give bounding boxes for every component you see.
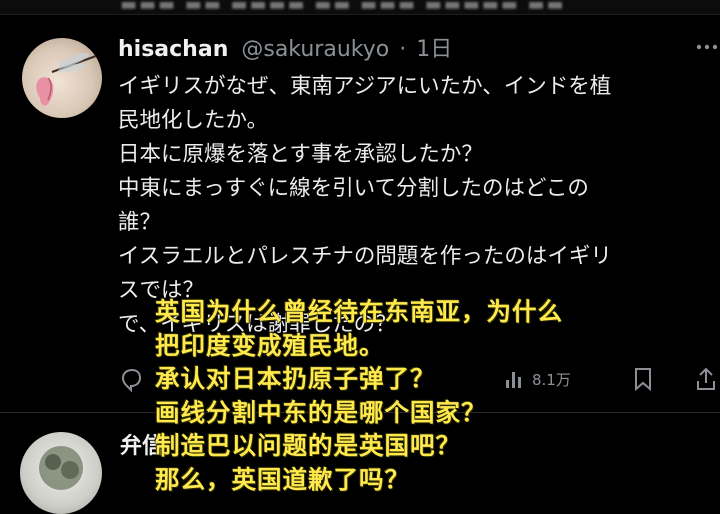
tweet-header: hisachan @sakuraukyo · 1日 bbox=[118, 35, 452, 65]
reply-avatar[interactable] bbox=[20, 432, 102, 514]
separator: · bbox=[399, 37, 407, 62]
user-handle[interactable]: @sakuraukyo bbox=[241, 37, 389, 62]
reply-button[interactable] bbox=[118, 362, 144, 396]
tweet-line: イギリスがなぜ、東南アジアにいたか、インドを植 bbox=[118, 74, 612, 99]
caption-line: 承认对日本扔原子弹了？ bbox=[155, 364, 436, 393]
previous-tweet-strip: ▬▬▬ ▬▬ ▬▬▬▬ ▬▬ ▬▬▬ ▬▬▬▬▬ ▬▬ bbox=[0, 0, 720, 15]
reply-avatar-image bbox=[39, 446, 83, 490]
avatar[interactable] bbox=[22, 38, 102, 118]
caption-line: 把印度变成殖民地。 bbox=[155, 330, 385, 360]
tweet-line: 民地化したか。 bbox=[118, 108, 269, 133]
caption-line: 制造巴以问题的是英国吧？ bbox=[155, 431, 461, 460]
tweet-line: 中東にまっすぐに線を引いて分割したのはどこの bbox=[118, 176, 589, 201]
more-icon[interactable] bbox=[694, 36, 720, 58]
caption-line: 那么，英国道歉了吗？ bbox=[155, 464, 410, 494]
caption-line: 英国为什么曾经待在东南亚，为什么 bbox=[155, 297, 563, 326]
reply-icon bbox=[121, 368, 142, 392]
caption-line: 画线分割中东的是哪个国家？ bbox=[155, 397, 487, 427]
caption-overlay: 英国为什么曾经待在东南亚，为什么 把印度变成殖民地。 承认对日本扔原子弹了？ 画… bbox=[155, 295, 715, 496]
display-name[interactable]: hisachan bbox=[118, 37, 228, 62]
timestamp[interactable]: 1日 bbox=[416, 37, 452, 62]
tweet-line: 誰？ bbox=[118, 210, 162, 235]
tweet-line: イスラエルとパレスチナの問題を作ったのはイギリ bbox=[118, 244, 612, 269]
avatar-image bbox=[36, 52, 97, 106]
previous-tweet-text: ▬▬▬ ▬▬ ▬▬▬▬ ▬▬ ▬▬▬ ▬▬▬▬▬ ▬▬ bbox=[120, 0, 566, 15]
tweet-line: 日本に原爆を落とす事を承認したか？ bbox=[118, 142, 483, 167]
